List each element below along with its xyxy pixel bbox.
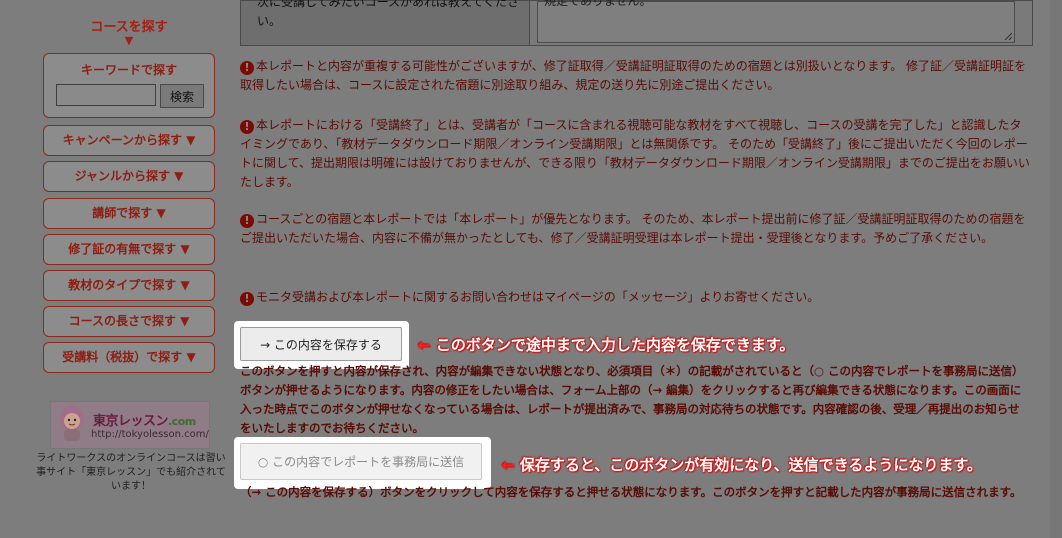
save-button[interactable]: → この内容を保存する <box>240 327 402 361</box>
mascot-icon <box>60 406 84 441</box>
note-item: ! モニタ受講および本レポートに関するお問い合わせはマイページの「メッセージ」より… <box>240 288 1030 307</box>
sidebar: コースを探す ▼ キーワードで探す 検索 キャンペーンから探す ▼ ジャンルから… <box>0 0 232 538</box>
submit-callout: ← 保存すると、このボタンが有効になり、送信できるようになります。 <box>502 456 982 474</box>
sidebar-item-price[interactable]: 受講料（税抜）で探す ▼ <box>43 342 215 373</box>
sidebar-item-campaign[interactable]: キャンペーンから探す ▼ <box>43 125 215 156</box>
logo-url: http://tokyolesson.com/ <box>91 429 209 440</box>
answer-textarea[interactable]: 規定でありません。 <box>537 0 1015 43</box>
keyword-search-input[interactable] <box>56 84 156 106</box>
chevron-down-icon: ▼ <box>124 34 134 47</box>
note-item: ! 本レポートにおける「受講終了」とは、受講者が「コースに含まれる視聴可能な教材を… <box>240 118 1030 189</box>
sidebar-title: コースを探す <box>90 20 168 35</box>
keyword-search-box: キーワードで探す 検索 <box>43 53 215 118</box>
answer-text: 規定でありません。 <box>544 0 652 8</box>
sidebar-item-material-type[interactable]: 教材のタイプで探す ▼ <box>43 270 215 301</box>
save-callout: ← このボタンで途中まで入力した内容を保存できます。 <box>418 336 795 354</box>
submit-help-text: （→ この内容を保存する）ボタンをクリックして内容を保存すると押せる状態になりま… <box>240 485 1022 499</box>
search-button[interactable]: 検索 <box>160 84 204 108</box>
question-cell: 次に受講してみたいコースがあれば教えてください。 <box>241 0 530 45</box>
keyword-search-label: キーワードで探す <box>80 63 177 77</box>
sidebar-item-genre[interactable]: ジャンルから探す ▼ <box>43 161 215 192</box>
submit-report-button[interactable]: ○ この内容でレポートを事務局に送信 <box>240 443 482 480</box>
main-content: 次に受講してみたいコースがあれば教えてください。 規定でありません。 ! 本レポー… <box>232 0 1062 538</box>
note-item: ! コースごとの宿題と本レポートでは「本レポート」が優先となります。 そのため、本… <box>240 212 1026 245</box>
logo-name: 東京レッスン.com <box>93 414 196 429</box>
resize-handle-icon[interactable] <box>1004 32 1012 40</box>
warning-icon: ! <box>240 61 254 75</box>
save-help-text: このボタンを押すと内容が保存され、内容が編集できない状態となり、必須項目（＊）の… <box>240 364 1024 435</box>
warning-icon: ! <box>240 120 254 134</box>
form-table: 次に受講してみたいコースがあれば教えてください。 規定でありません。 <box>240 0 1033 46</box>
sidebar-item-course-length[interactable]: コースの長さで探す ▼ <box>43 306 215 337</box>
note-item: ! 本レポートと内容が重複する可能性がございますが、修了証取得／受講証明証取得のた… <box>240 59 1027 92</box>
warning-icon: ! <box>240 214 254 228</box>
sidebar-item-certificate[interactable]: 修了証の有無で探す ▼ <box>43 234 215 265</box>
submit-button-highlight: ○ この内容でレポートを事務局に送信 <box>234 437 491 489</box>
tokyo-lesson-logo[interactable]: 東京レッスン.com http://tokyolesson.com/ <box>50 401 210 449</box>
warning-icon: ! <box>240 292 254 306</box>
sidebar-item-instructor[interactable]: 講師で探す ▼ <box>43 198 215 229</box>
scrollbar[interactable] <box>1050 0 1062 538</box>
question-label: 次に受講してみたいコースがあれば教えてください。 <box>257 0 520 28</box>
logo-caption: ライトワークスのオンラインコースは習い事サイト「東京レッスン」でも紹介されていま… <box>36 453 226 492</box>
